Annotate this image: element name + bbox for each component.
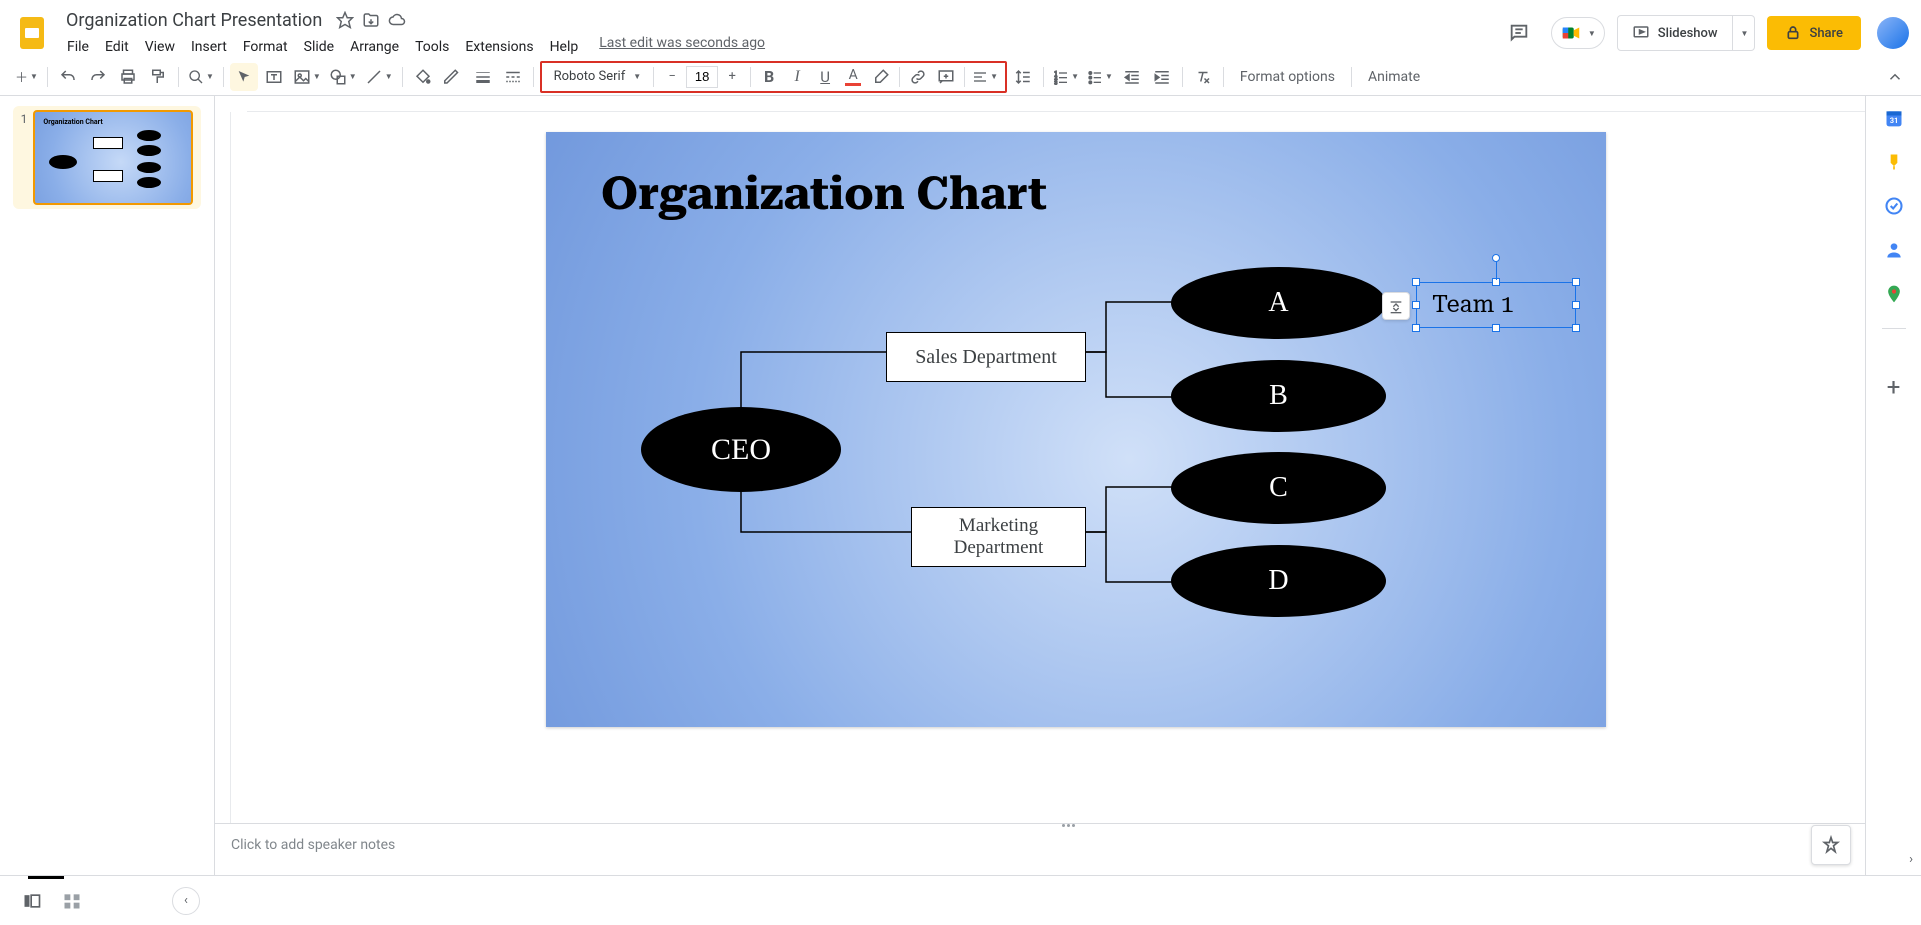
meet-button[interactable]: ▼ [1551,17,1605,49]
menu-extensions[interactable]: Extensions [458,35,540,59]
slide-number: 1 [21,110,28,205]
indent-decrease-button[interactable] [1118,63,1146,91]
node-marketing-dept[interactable]: Marketing Department [911,507,1086,567]
textbox-tool[interactable] [260,63,288,91]
toolbar: ＋▼ ▼ ▼ ▼ ▼ Roboto Serif ▼ − + B I U A [0,58,1921,96]
hide-sidepanel-button[interactable]: › [1909,852,1913,867]
chevron-down-icon: ▼ [1588,29,1596,38]
collapse-filmstrip-button[interactable]: ‹ [172,887,200,915]
cloud-icon[interactable] [388,11,406,29]
svg-text:31: 31 [1889,116,1898,125]
bold-button[interactable]: B [755,63,783,91]
addons-button[interactable]: + [1887,373,1901,401]
node-ceo[interactable]: CEO [641,407,841,492]
bottom-bar: ‹ [0,875,1921,925]
line-spacing-button[interactable] [1009,63,1037,91]
undo-button[interactable] [54,63,82,91]
font-name: Roboto Serif [554,69,626,84]
maps-icon[interactable] [1884,284,1904,304]
slide-canvas[interactable]: Organization Chart CEO Sales Department [546,132,1606,727]
node-c[interactable]: C [1171,452,1386,524]
filmstrip: 1 Organization Chart [0,96,215,875]
align-button[interactable]: ▼ [969,63,1001,91]
move-icon[interactable] [362,11,380,29]
menu-slide[interactable]: Slide [297,35,341,59]
slide-thumbnail-1[interactable]: Organization Chart [33,110,193,205]
fill-color-button[interactable] [409,63,437,91]
menu-edit[interactable]: Edit [98,35,136,59]
comments-icon[interactable] [1499,13,1539,53]
share-label: Share [1809,26,1843,41]
clear-formatting-button[interactable] [1189,63,1217,91]
collapse-toolbar-button[interactable] [1881,63,1909,91]
tasks-icon[interactable] [1884,196,1904,216]
shape-tool[interactable]: ▼ [326,63,360,91]
paint-format-button[interactable] [144,63,172,91]
line-tool[interactable]: ▼ [362,63,396,91]
horizontal-ruler [247,96,1921,112]
contacts-icon[interactable] [1884,240,1904,260]
image-tool[interactable]: ▼ [290,63,324,91]
highlight-color-button[interactable] [867,63,895,91]
slideshow-label: Slideshow [1658,26,1718,41]
vertical-ruler [215,112,231,823]
redo-button[interactable] [84,63,112,91]
node-d[interactable]: D [1171,545,1386,617]
menubar: File Edit View Insert Format Slide Arran… [60,35,1499,59]
border-weight-button[interactable] [469,63,497,91]
slides-logo[interactable] [12,13,52,53]
keep-icon[interactable] [1884,152,1904,172]
fontsize-input[interactable] [686,66,718,88]
text-color-button[interactable]: A [839,63,867,91]
fontsize-increase[interactable]: + [718,63,746,91]
slide-title[interactable]: Organization Chart [601,167,1047,221]
doc-title[interactable]: Organization Chart Presentation [60,8,328,33]
grid-view-button[interactable] [62,891,82,911]
indent-increase-button[interactable] [1148,63,1176,91]
format-options-button[interactable]: Format options [1230,69,1345,85]
border-dash-button[interactable] [499,63,527,91]
print-button[interactable] [114,63,142,91]
side-panel: 31 + › [1865,96,1921,875]
insert-link-button[interactable] [904,63,932,91]
menu-arrange[interactable]: Arrange [343,35,406,59]
underline-button[interactable]: U [811,63,839,91]
fontsize-decrease[interactable]: − [658,63,686,91]
insert-comment-button[interactable] [932,63,960,91]
slideshow-dropdown[interactable]: ▼ [1733,15,1756,51]
select-tool[interactable] [230,63,258,91]
numbered-list-button[interactable]: 123▼ [1050,63,1082,91]
font-selector[interactable]: Roboto Serif ▼ [546,65,650,88]
svg-text:3: 3 [1054,80,1057,85]
autofit-button[interactable] [1382,292,1410,320]
bulleted-list-button[interactable]: ▼ [1084,63,1116,91]
node-a[interactable]: A [1171,267,1386,339]
text-toolbar-highlighted: Roboto Serif ▼ − + B I U A ▼ [540,61,1007,93]
user-avatar[interactable] [1877,17,1909,49]
calendar-icon[interactable]: 31 [1884,108,1904,128]
textbox-team1[interactable]: Team 1 [1432,290,1514,318]
menu-tools[interactable]: Tools [408,35,456,59]
slideshow-button[interactable]: Slideshow [1617,15,1733,51]
border-color-button[interactable] [439,63,467,91]
speaker-notes[interactable]: Click to add speaker notes [215,827,1921,875]
new-slide-button[interactable]: ＋▼ [12,63,41,91]
chevron-down-icon: ▼ [633,72,641,81]
menu-help[interactable]: Help [543,35,586,59]
filmstrip-view-button[interactable] [22,891,42,911]
animate-button[interactable]: Animate [1358,69,1430,85]
node-b[interactable]: B [1171,360,1386,432]
last-edit-link[interactable]: Last edit was seconds ago [599,35,765,59]
menu-file[interactable]: File [60,35,96,59]
menu-insert[interactable]: Insert [184,35,234,59]
menu-format[interactable]: Format [236,35,295,59]
thumb-title: Organization Chart [43,118,102,126]
explore-button[interactable] [1811,825,1851,865]
zoom-button[interactable]: ▼ [185,63,217,91]
italic-button[interactable]: I [783,63,811,91]
node-sales-dept[interactable]: Sales Department [886,332,1086,382]
share-button[interactable]: Share [1767,16,1861,50]
star-icon[interactable] [336,11,354,29]
menu-view[interactable]: View [138,35,182,59]
